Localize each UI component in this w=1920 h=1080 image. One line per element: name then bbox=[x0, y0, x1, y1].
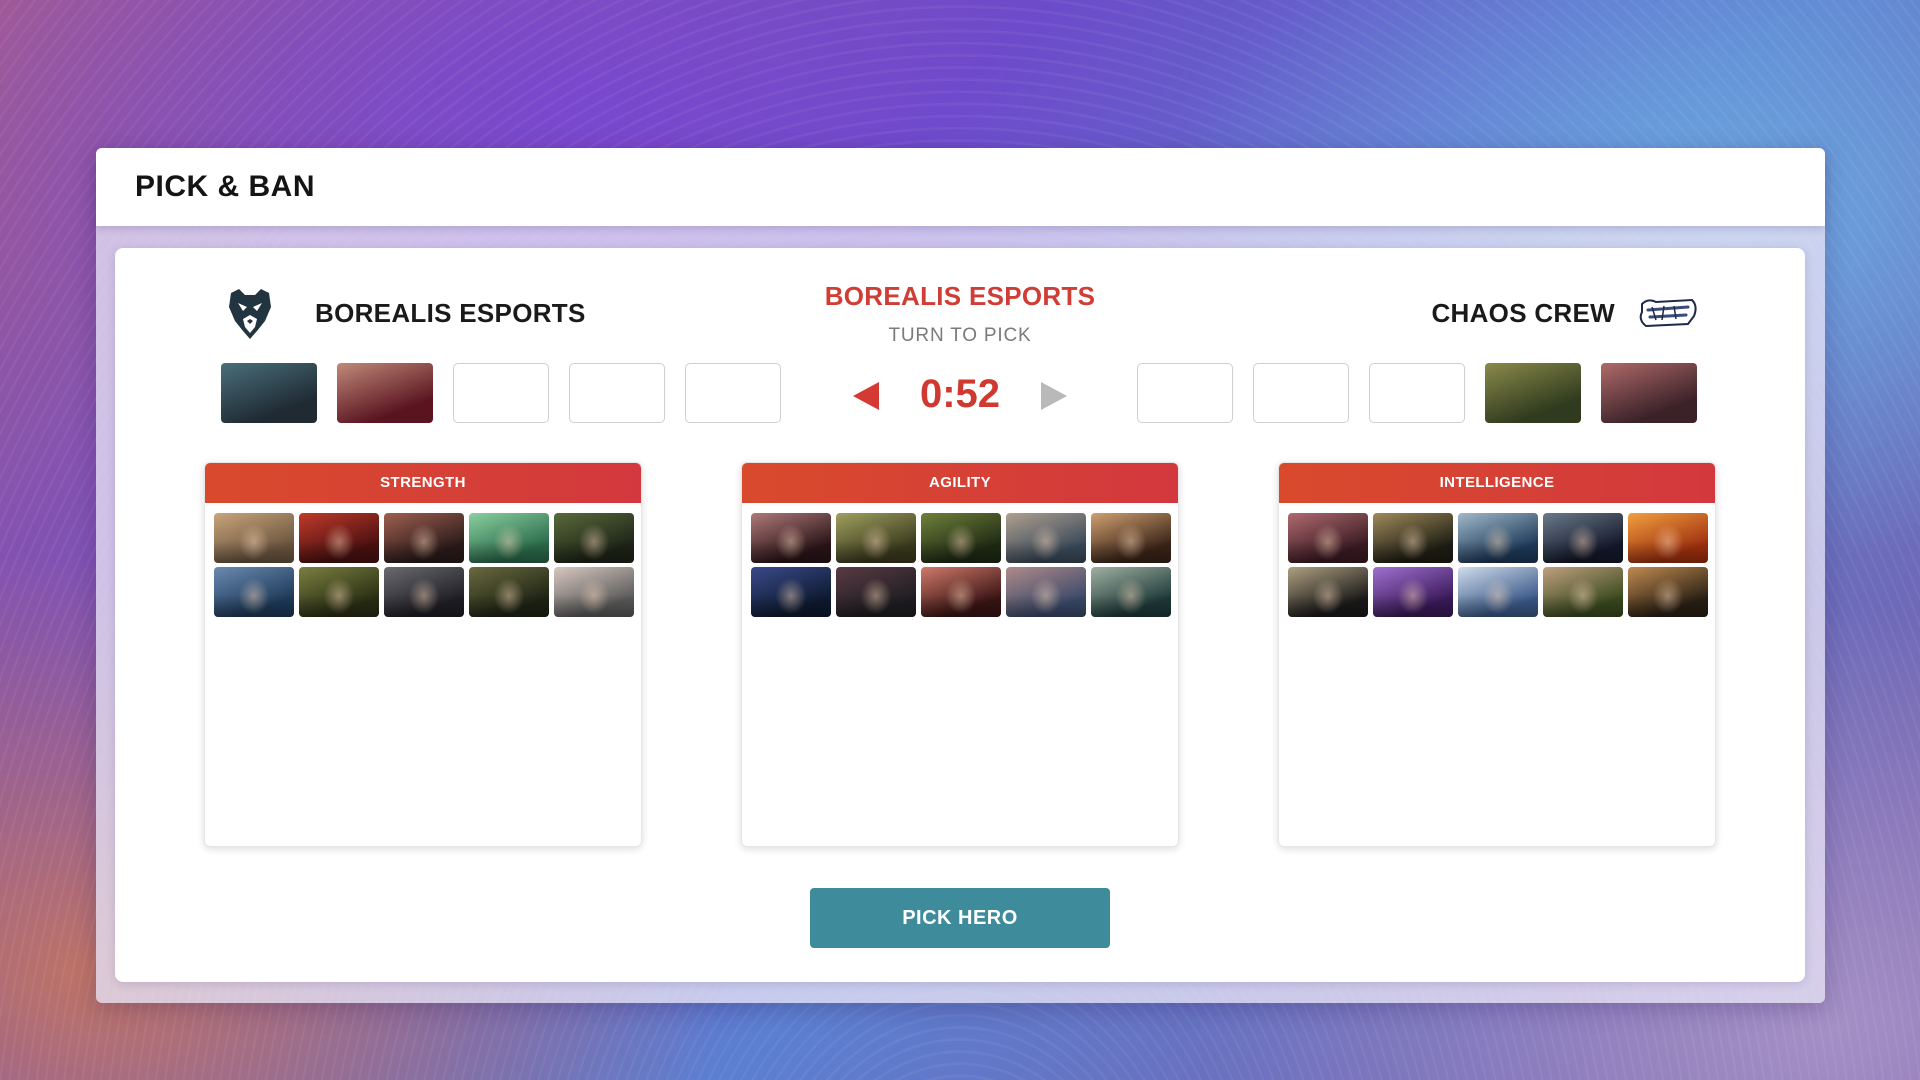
chaos-crew-logo-icon bbox=[1639, 298, 1697, 328]
hero-portrait-shade bbox=[1288, 567, 1368, 617]
right-slot-5-picked bbox=[1601, 363, 1697, 423]
hero-portrait-shade bbox=[1628, 567, 1708, 617]
category-header: INTELLIGENCE bbox=[1279, 463, 1715, 503]
hero-portrait-shade bbox=[1288, 513, 1368, 563]
team-right-name: CHAOS CREW bbox=[1431, 298, 1615, 328]
timer: 0:52 bbox=[850, 368, 1070, 422]
right-slot-4-picked bbox=[1485, 363, 1581, 423]
timer-value: 0:52 bbox=[919, 372, 1001, 416]
hero-portrait-shade bbox=[469, 567, 549, 617]
hero-portrait-strength-10[interactable] bbox=[554, 567, 634, 617]
hero-portrait-shade bbox=[1373, 567, 1453, 617]
hero-portrait-strength-7[interactable] bbox=[299, 567, 379, 617]
hero-portrait-shade bbox=[1628, 513, 1708, 563]
hero-grid bbox=[205, 503, 641, 617]
hero-portrait-intelligence-3[interactable] bbox=[1458, 513, 1538, 563]
hero-portrait-shade bbox=[469, 513, 549, 563]
hero-portrait-agility-4[interactable] bbox=[1006, 513, 1086, 563]
hero-portrait-shade bbox=[836, 513, 916, 563]
left-slot-4-empty bbox=[569, 363, 665, 423]
hero-portrait-intelligence-9[interactable] bbox=[1543, 567, 1623, 617]
hero-portrait-shade bbox=[299, 513, 379, 563]
hero-portrait-intelligence-10[interactable] bbox=[1628, 567, 1708, 617]
hero-portrait-agility-10[interactable] bbox=[1091, 567, 1171, 617]
hero-portrait-shade bbox=[1458, 567, 1538, 617]
right-slot-3-empty bbox=[1369, 363, 1465, 423]
hero-portrait-shade bbox=[836, 567, 916, 617]
hero-portrait-shade bbox=[1543, 513, 1623, 563]
left-slot-2-picked bbox=[337, 363, 433, 423]
hero-portrait-intelligence-1[interactable] bbox=[1288, 513, 1368, 563]
category-header: AGILITY bbox=[742, 463, 1178, 503]
hero-portrait-strength-3[interactable] bbox=[384, 513, 464, 563]
page-title: PICK & BAN bbox=[135, 170, 316, 203]
hero-portrait-shade bbox=[214, 513, 294, 563]
hero-portrait-shade bbox=[1543, 567, 1623, 617]
pick-hero-button[interactable]: PICK HERO bbox=[810, 888, 1110, 948]
left-slot-1-picked bbox=[221, 363, 317, 423]
hero-portrait-shade bbox=[214, 567, 294, 617]
left-slot-5-empty bbox=[685, 363, 781, 423]
hero-portrait-strength-8[interactable] bbox=[384, 567, 464, 617]
hero-portrait-agility-9[interactable] bbox=[1006, 567, 1086, 617]
hero-portrait-intelligence-7[interactable] bbox=[1373, 567, 1453, 617]
hero-portrait-agility-7[interactable] bbox=[836, 567, 916, 617]
hero-portrait-intelligence-6[interactable] bbox=[1288, 567, 1368, 617]
hero-portrait-shade bbox=[1006, 513, 1086, 563]
hero-portrait-shade bbox=[384, 513, 464, 563]
hero-portrait-shade bbox=[1091, 513, 1171, 563]
hero-portrait-shade bbox=[921, 567, 1001, 617]
hero-grid bbox=[742, 503, 1178, 617]
hero-portrait-shade bbox=[751, 513, 831, 563]
hero-portrait-agility-3[interactable] bbox=[921, 513, 1001, 563]
right-team-slots bbox=[1137, 363, 1697, 423]
left-slot-3-empty bbox=[453, 363, 549, 423]
hero-portrait-intelligence-8[interactable] bbox=[1458, 567, 1538, 617]
hero-portrait-agility-8[interactable] bbox=[921, 567, 1001, 617]
hero-portrait-strength-1[interactable] bbox=[214, 513, 294, 563]
category-strength: STRENGTH bbox=[204, 462, 642, 847]
left-team-slots bbox=[221, 363, 781, 423]
hero-portrait-strength-5[interactable] bbox=[554, 513, 634, 563]
hero-portrait-shade bbox=[1091, 567, 1171, 617]
hero-portrait-agility-5[interactable] bbox=[1091, 513, 1171, 563]
hero-portrait-shade bbox=[1458, 513, 1538, 563]
hero-portrait-intelligence-5[interactable] bbox=[1628, 513, 1708, 563]
category-intelligence: INTELLIGENCE bbox=[1278, 462, 1716, 847]
hero-portrait-shade bbox=[751, 567, 831, 617]
hero-portrait-shade bbox=[1373, 513, 1453, 563]
hero-portrait-strength-6[interactable] bbox=[214, 567, 294, 617]
hero-portrait-agility-1[interactable] bbox=[751, 513, 831, 563]
hero-portrait-shade bbox=[299, 567, 379, 617]
panel-header: PICK & BAN bbox=[96, 148, 1825, 226]
hero-portrait-shade bbox=[554, 567, 634, 617]
right-slot-2-empty bbox=[1253, 363, 1349, 423]
hero-portrait-shade bbox=[554, 513, 634, 563]
hero-portrait-shade bbox=[1006, 567, 1086, 617]
draft-card: BOREALIS ESPORTS BOREALIS ESPORTS TURN T… bbox=[115, 248, 1805, 982]
hero-grid bbox=[1279, 503, 1715, 617]
category-header: STRENGTH bbox=[205, 463, 641, 503]
hero-portrait-intelligence-4[interactable] bbox=[1543, 513, 1623, 563]
hero-portrait-agility-2[interactable] bbox=[836, 513, 916, 563]
hero-portrait-intelligence-2[interactable] bbox=[1373, 513, 1453, 563]
hero-portrait-agility-6[interactable] bbox=[751, 567, 831, 617]
hero-portrait-strength-4[interactable] bbox=[469, 513, 549, 563]
hero-portrait-shade bbox=[921, 513, 1001, 563]
hero-portrait-shade bbox=[384, 567, 464, 617]
hero-portrait-strength-9[interactable] bbox=[469, 567, 549, 617]
right-slot-1-empty bbox=[1137, 363, 1233, 423]
arrow-right-icon bbox=[1041, 382, 1067, 410]
hero-portrait-strength-2[interactable] bbox=[299, 513, 379, 563]
category-agility: AGILITY bbox=[741, 462, 1179, 847]
